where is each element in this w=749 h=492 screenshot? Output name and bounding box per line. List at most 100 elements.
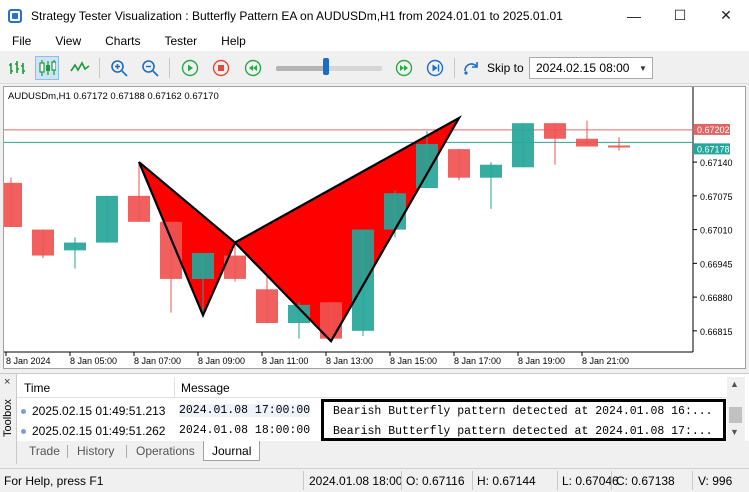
skip-date-input[interactable]: 2024.02.15 08:00 ▼ [529,57,653,79]
candle-body [448,149,470,178]
speed-slider-thumb[interactable] [323,58,329,75]
zoom-out-icon [142,60,159,77]
status-divider [401,471,402,490]
x-tick-label: 8 Jan 2024 [6,356,51,366]
candle-body [608,145,630,148]
tab-separator [67,445,68,458]
scroll-up-icon[interactable]: ▲ [730,379,739,389]
column-message[interactable]: Message [181,381,230,395]
toolbox-close-icon[interactable]: × [4,376,10,388]
message-highlight-box: Bearish Butterfly pattern detected at 20… [321,399,726,441]
status-bar: For Help, press F1 2024.01.08 18:00 O: 0… [0,468,749,492]
menu-view[interactable]: View [43,34,93,48]
menu-tester[interactable]: Tester [152,34,209,48]
toolbox-tabs: Trade History Operations Journal [17,441,749,463]
skip-to-label: Skip to [487,61,524,75]
tab-separator [126,445,127,458]
bar-chart-button[interactable] [5,56,29,80]
journal-header: Time Message [17,378,727,398]
status-divider [692,471,693,490]
candlestick-chart-button[interactable] [35,56,59,80]
minimize-button[interactable]: — [611,0,657,31]
journal-row-time: 2025.02.15 01:49:51.213 [21,404,165,418]
tab-history[interactable]: History [77,441,114,461]
status-close: C: 0.67138 [616,474,675,488]
candle-body [480,164,502,178]
stop-icon [212,59,230,77]
play-button[interactable] [178,56,202,80]
status-help: For Help, press F1 [4,474,104,488]
status-divider [303,471,304,490]
y-tick-label: 0.66945 [700,259,733,269]
play-icon [181,59,199,77]
candle-body [352,229,374,331]
menu-charts[interactable]: Charts [93,34,152,48]
menu-file[interactable]: File [0,34,43,48]
speed-slider-track[interactable] [276,66,382,71]
journal-scrollbar[interactable]: ▲ ▼ [727,377,745,441]
x-tick-label: 8 Jan 15:00 [390,356,437,366]
fast-forward-icon [395,59,413,77]
y-tick-label: 0.67140 [700,158,733,168]
toolbox-sidebar: × Toolbox [0,374,17,464]
x-tick-label: 8 Jan 09:00 [198,356,245,366]
zoom-in-button[interactable] [107,56,131,80]
toolbar-separator [169,58,170,78]
status-high: H: 0.67144 [477,474,536,488]
x-tick-label: 8 Jan 21:00 [582,356,629,366]
line-chart-icon [70,61,90,72]
x-tick-label: 8 Jan 07:00 [134,356,181,366]
column-divider [174,378,175,398]
status-datetime: 2024.01.08 18:00 [309,474,403,488]
calendar-dropdown-icon[interactable]: ▼ [636,61,650,75]
stop-button[interactable] [209,56,233,80]
journal-row-date: 2024.01.08 18:00:00 [179,424,311,437]
candle-body [64,242,86,251]
zoom-out-button[interactable] [138,56,162,80]
toolbar-separator [454,58,455,78]
y-tick-label: 0.67010 [700,226,733,236]
x-tick-label: 8 Jan 19:00 [518,356,565,366]
tab-trade[interactable]: Trade [29,441,60,461]
journal-row-time: 2025.02.15 01:49:51.262 [21,424,165,438]
fast-forward-button[interactable] [392,56,416,80]
y-tick-label: 0.66880 [700,293,733,303]
status-divider [557,471,558,490]
y-tick-label: 0.66815 [700,327,733,337]
close-button[interactable]: ✕ [703,0,749,31]
chart-info-label: AUDUSDm,H1 0.67172 0.67188 0.67162 0.671… [8,91,219,102]
candle-body [416,143,438,189]
journal-row-date: 2024.01.08 17:00:00 [179,404,311,417]
chart-window[interactable]: 0.67140 0.67075 0.67010 0.66945 0.66880 0.668… [3,86,746,369]
price-tag-label: 0.67178 [697,144,730,154]
candle-body [96,195,118,243]
skip-to-icon [464,62,478,75]
line-chart-button[interactable] [68,56,92,80]
price-chart[interactable]: 0.67140 0.67075 0.67010 0.66945 0.66880 0.668… [4,87,747,370]
x-tick-label: 8 Jan 05:00 [70,356,117,366]
menu-help[interactable]: Help [209,34,258,48]
tab-journal[interactable]: Journal [203,441,261,461]
status-divider [611,471,612,490]
maximize-button[interactable]: ☐ [657,0,703,31]
x-tick-label: 8 Jan 11:00 [262,356,308,366]
zoom-in-icon [111,60,128,77]
info-dot-icon [21,429,26,435]
skip-to-button[interactable] [460,56,484,80]
tab-operations[interactable]: Operations [136,441,195,461]
scrollbar-thumb[interactable] [729,407,742,423]
column-time[interactable]: Time [24,381,50,395]
rewind-button[interactable] [241,56,265,80]
app-icon [8,8,22,23]
scroll-down-icon[interactable]: ▼ [730,427,739,437]
speed-slider-fill [276,66,326,71]
title-bar: Strategy Tester Visualization : Butterfl… [0,0,749,31]
step-forward-icon [426,59,444,77]
pattern-triangle-xab [139,162,235,316]
info-dot-icon [21,409,26,415]
candle-body [32,229,54,256]
candle-body [512,123,534,168]
rewind-icon [244,59,262,77]
step-forward-button[interactable] [423,56,447,80]
candlestick-chart-icon [39,60,56,76]
